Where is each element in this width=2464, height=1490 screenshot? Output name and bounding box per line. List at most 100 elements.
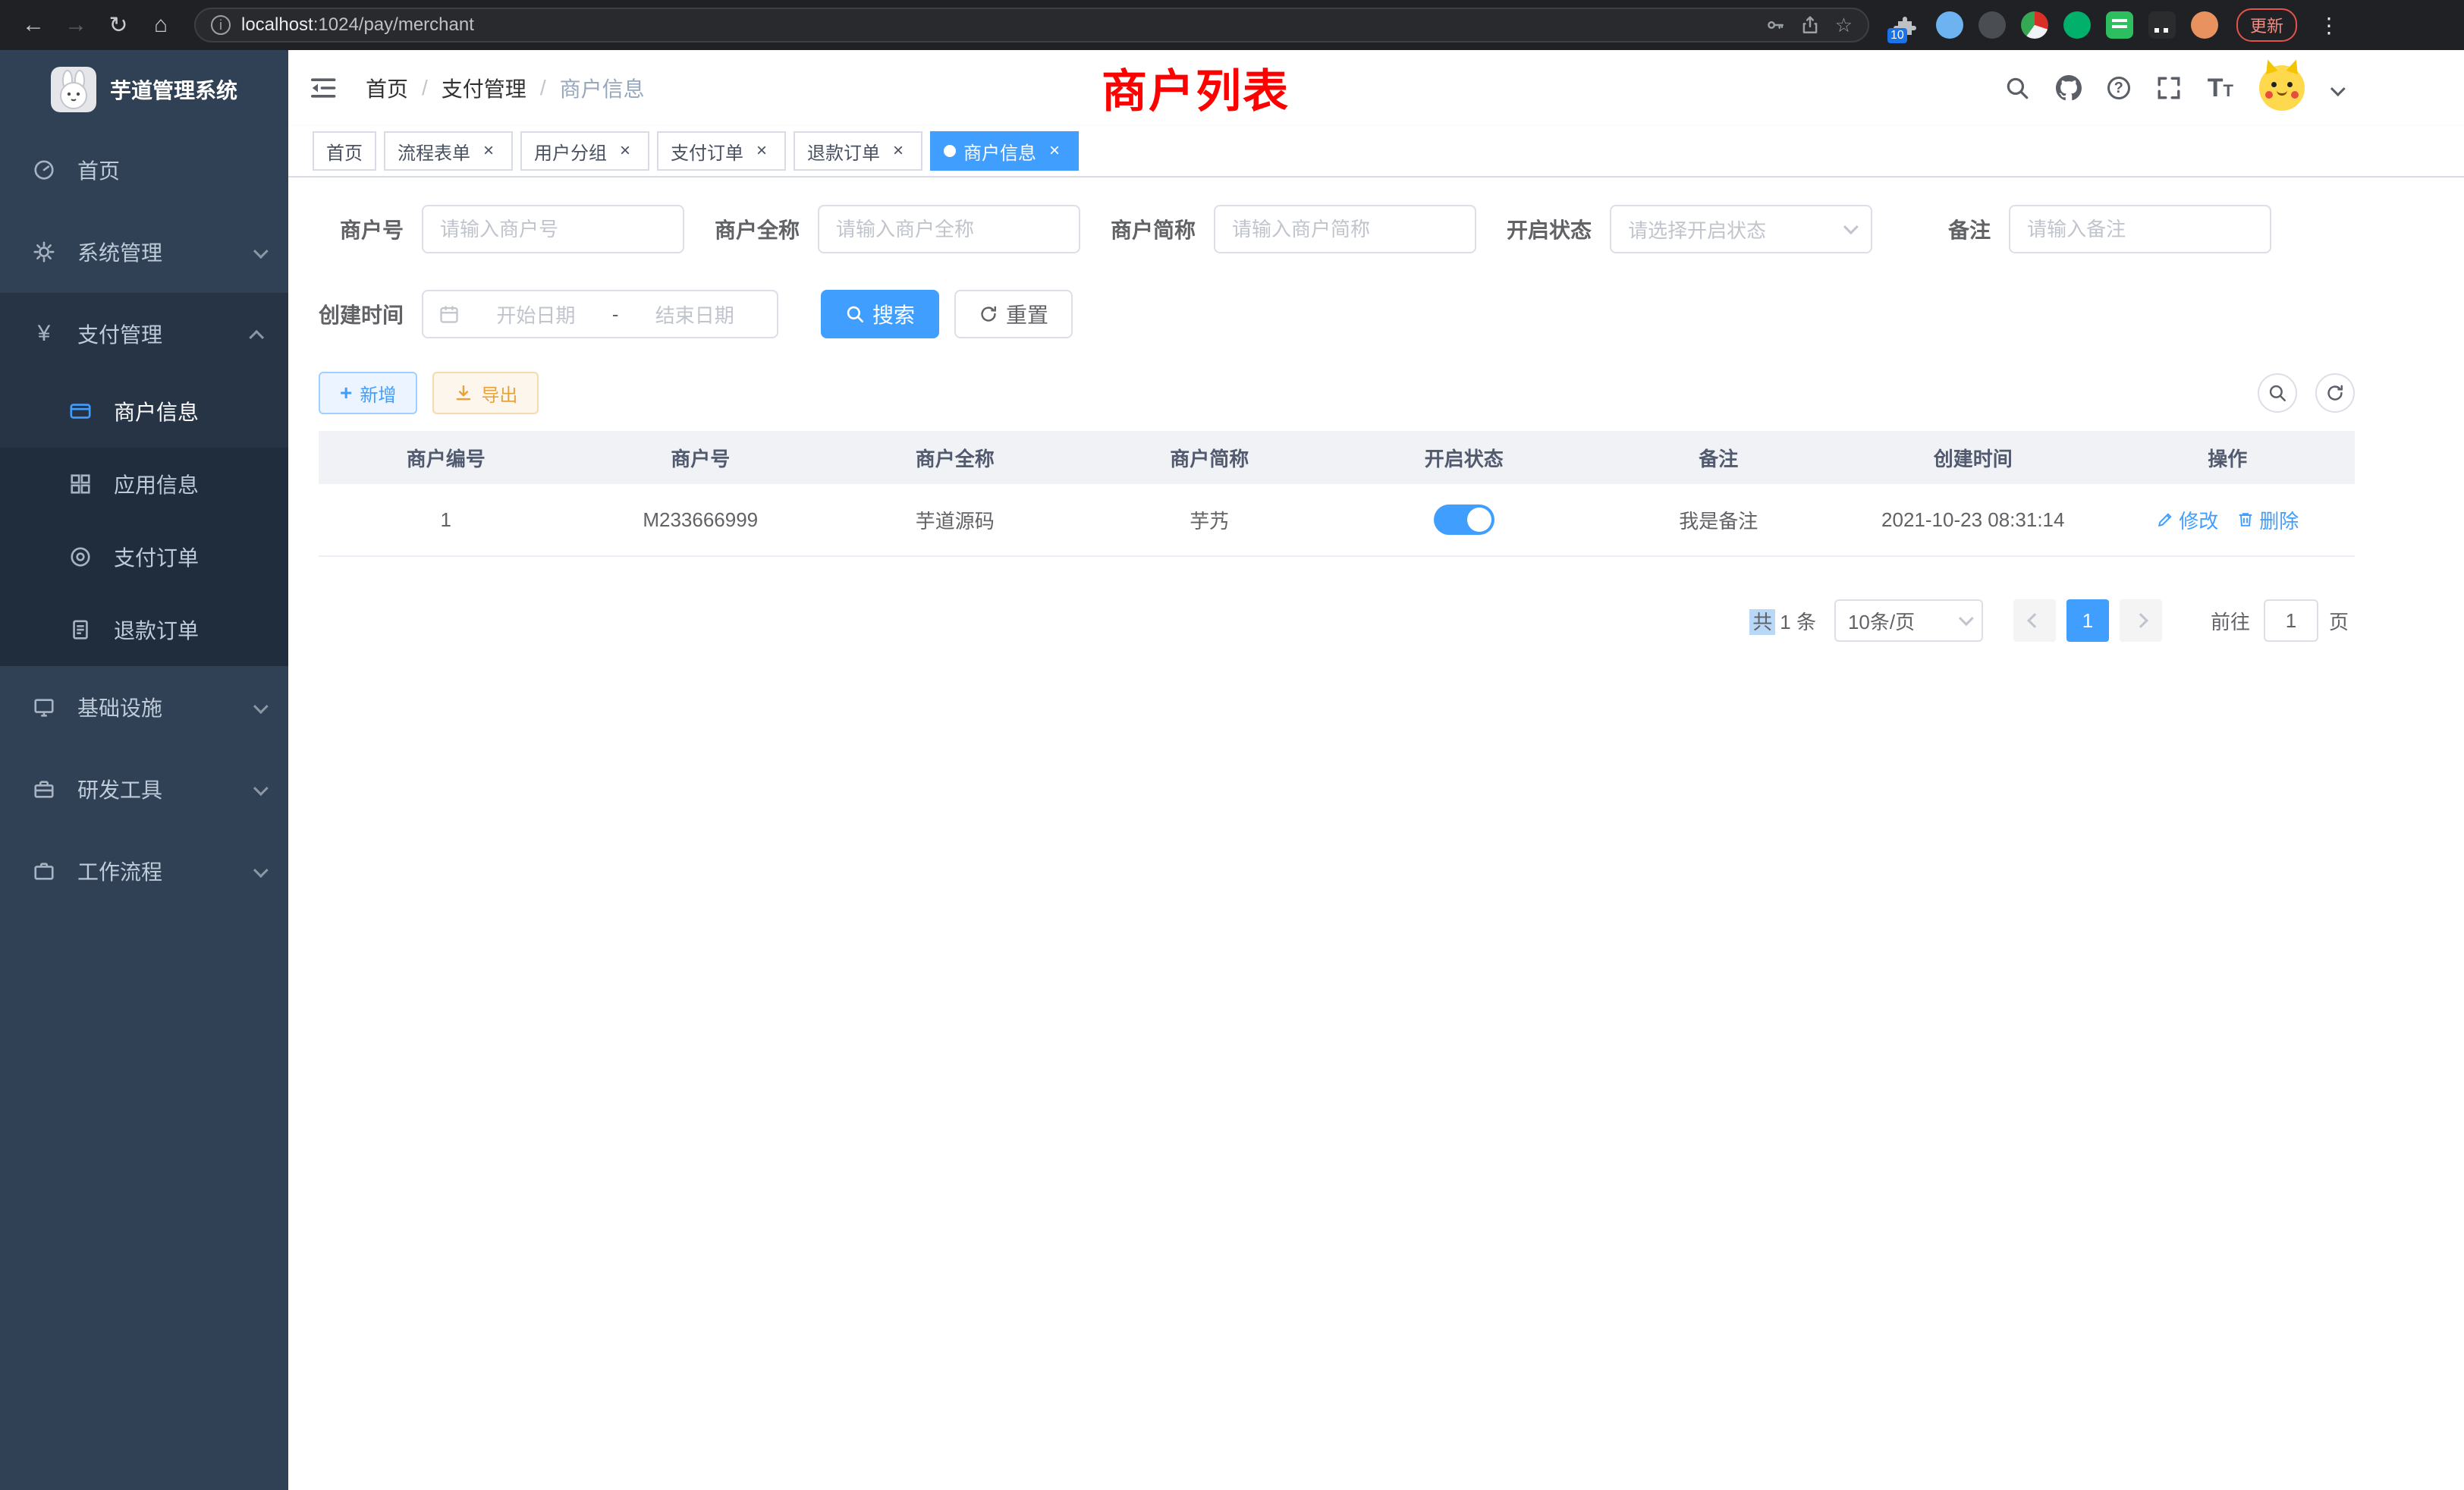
close-icon[interactable]: × bbox=[614, 140, 636, 162]
sidebar-item-label: 应用信息 bbox=[114, 469, 199, 499]
browser-reload-icon[interactable]: ↻ bbox=[100, 7, 137, 43]
extension-icon-dark[interactable] bbox=[1978, 11, 2006, 39]
caret-down-icon[interactable] bbox=[2330, 74, 2341, 102]
tab-label: 用户分组 bbox=[534, 138, 607, 165]
refresh-table-button[interactable] bbox=[2315, 373, 2355, 413]
extensions-puzzle-icon[interactable]: 10 bbox=[1894, 11, 1921, 39]
merchant-no-input[interactable] bbox=[422, 205, 684, 253]
site-info-icon[interactable]: i bbox=[211, 15, 231, 35]
sidebar-item-pay-order[interactable]: 支付订单 bbox=[0, 520, 288, 593]
share-icon[interactable] bbox=[1800, 15, 1820, 35]
sidebar-item-refund-order[interactable]: 退款订单 bbox=[0, 593, 288, 666]
sidebar-item-label: 系统管理 bbox=[77, 237, 162, 267]
remark-input[interactable] bbox=[2009, 205, 2271, 253]
extension-icon-green-square[interactable] bbox=[2106, 11, 2133, 39]
extension-icon-blue[interactable] bbox=[1936, 11, 1963, 39]
breadcrumb-home[interactable]: 首页 bbox=[366, 73, 408, 103]
merchant-table: 商户编号 商户号 商户全称 商户简称 开启状态 备注 创建时间 操作 1 M23… bbox=[319, 431, 2355, 557]
edit-button-label: 修改 bbox=[2179, 506, 2218, 534]
sidebar-item-infrastructure[interactable]: 基础设施 bbox=[0, 666, 288, 748]
date-start-placeholder: 开始日期 bbox=[469, 300, 603, 328]
status-select[interactable]: 请选择开启状态 bbox=[1610, 205, 1872, 253]
add-button[interactable]: + 新增 bbox=[319, 372, 417, 414]
search-icon[interactable] bbox=[2004, 75, 2030, 101]
sidebar-item-merchant-info[interactable]: 商户信息 bbox=[0, 375, 288, 448]
edit-button[interactable]: 修改 bbox=[2156, 506, 2218, 534]
refresh-icon bbox=[979, 304, 998, 324]
reset-button[interactable]: 重置 bbox=[954, 290, 1073, 338]
export-button[interactable]: 导出 bbox=[432, 372, 539, 414]
breadcrumb-current: 商户信息 bbox=[560, 73, 645, 103]
screen: ← → ↻ ⌂ i localhost:1024/pay/merchant ☆ … bbox=[0, 0, 2464, 1490]
sidebar-item-home[interactable]: 首页 bbox=[0, 129, 288, 211]
bookmark-star-icon[interactable]: ☆ bbox=[1835, 14, 1853, 37]
sidebar-item-dev-tools[interactable]: 研发工具 bbox=[0, 748, 288, 830]
browser-home-icon[interactable]: ⌂ bbox=[143, 7, 179, 43]
tab-label: 流程表单 bbox=[398, 138, 470, 165]
page-number-button[interactable]: 1 bbox=[2066, 599, 2109, 642]
fullscreen-icon[interactable] bbox=[2156, 75, 2182, 101]
help-icon[interactable]: ? bbox=[2107, 77, 2130, 99]
tab-pay-order[interactable]: 支付订单× bbox=[657, 131, 786, 171]
sidebar-toggle-icon[interactable] bbox=[311, 73, 341, 103]
short-name-input[interactable] bbox=[1214, 205, 1476, 253]
close-icon[interactable]: × bbox=[751, 140, 772, 162]
tab-process-form[interactable]: 流程表单 × bbox=[384, 131, 513, 171]
browser-forward-icon[interactable]: → bbox=[58, 7, 94, 43]
prev-page-button[interactable] bbox=[2013, 599, 2056, 642]
browser-menu-icon[interactable]: ⋮ bbox=[2318, 13, 2340, 38]
next-page-button[interactable] bbox=[2120, 599, 2162, 642]
tab-home[interactable]: 首页 bbox=[313, 131, 376, 171]
sidebar-item-label: 支付管理 bbox=[77, 319, 162, 349]
avatar-eye bbox=[2287, 82, 2293, 87]
toggle-search-button[interactable] bbox=[2258, 373, 2297, 413]
page-size-select[interactable]: 10条/页 bbox=[1834, 599, 1983, 642]
font-size-icon[interactable]: TT bbox=[2208, 75, 2233, 101]
extension-icon-multicolor[interactable] bbox=[2021, 11, 2048, 39]
sidebar-item-payment[interactable]: ¥ 支付管理 bbox=[0, 293, 288, 375]
github-icon[interactable] bbox=[2056, 75, 2082, 101]
avatar-eye bbox=[2271, 82, 2277, 87]
password-key-icon[interactable] bbox=[1765, 15, 1785, 35]
browser-update-button[interactable]: 更新 bbox=[2236, 8, 2297, 42]
browser-back-icon[interactable]: ← bbox=[15, 7, 52, 43]
user-avatar[interactable] bbox=[2259, 65, 2305, 111]
sidebar-item-system[interactable]: 系统管理 bbox=[0, 211, 288, 293]
search-button[interactable]: 搜索 bbox=[821, 290, 939, 338]
browser-profile-avatar[interactable] bbox=[2191, 11, 2218, 39]
filter-merchant-no: 商户号 bbox=[340, 205, 684, 253]
grid-icon bbox=[67, 473, 94, 495]
close-icon[interactable]: × bbox=[1044, 140, 1065, 162]
pagination-total-highlight: 共 bbox=[1749, 609, 1775, 635]
close-icon[interactable]: × bbox=[478, 140, 499, 162]
tab-refund-order[interactable]: 退款订单× bbox=[794, 131, 922, 171]
tab-label: 首页 bbox=[326, 138, 363, 165]
goto-page-input[interactable] bbox=[2264, 599, 2318, 642]
delete-button[interactable]: 删除 bbox=[2236, 506, 2299, 534]
page-size-value: 10条/页 bbox=[1848, 607, 1915, 635]
close-icon[interactable]: × bbox=[888, 140, 909, 162]
full-name-input[interactable] bbox=[818, 205, 1080, 253]
url-path: :1024/pay/merchant bbox=[313, 14, 474, 35]
breadcrumb-payment[interactable]: 支付管理 bbox=[442, 73, 526, 103]
status-toggle[interactable] bbox=[1434, 505, 1494, 535]
short-name-label: 商户简称 bbox=[1111, 214, 1196, 244]
calendar-icon bbox=[438, 303, 460, 325]
create-time-range-picker[interactable]: 开始日期 - 结束日期 bbox=[422, 290, 778, 338]
tab-user-group[interactable]: 用户分组 × bbox=[520, 131, 649, 171]
url-bar[interactable]: i localhost:1024/pay/merchant ☆ bbox=[194, 8, 1869, 42]
table-header: 创建时间 bbox=[1846, 444, 2101, 472]
avatar-mouth bbox=[2277, 90, 2287, 96]
refresh-icon bbox=[2325, 383, 2345, 403]
extension-icon-green-circle[interactable] bbox=[2063, 11, 2091, 39]
app-logo[interactable]: 芋道管理系统 bbox=[0, 50, 288, 129]
chevron-down-icon bbox=[253, 240, 264, 264]
tab-merchant-info[interactable]: 商户信息× bbox=[930, 131, 1079, 171]
download-icon bbox=[454, 383, 473, 403]
browser-toolbar: ← → ↻ ⌂ i localhost:1024/pay/merchant ☆ … bbox=[0, 0, 2464, 50]
cell-short-name: 芋艿 bbox=[1083, 506, 1337, 534]
sidebar-item-app-info[interactable]: 应用信息 bbox=[0, 448, 288, 520]
extension-icon-dark-square[interactable] bbox=[2148, 11, 2176, 39]
export-button-label: 导出 bbox=[481, 380, 517, 407]
sidebar-item-workflow[interactable]: 工作流程 bbox=[0, 830, 288, 912]
